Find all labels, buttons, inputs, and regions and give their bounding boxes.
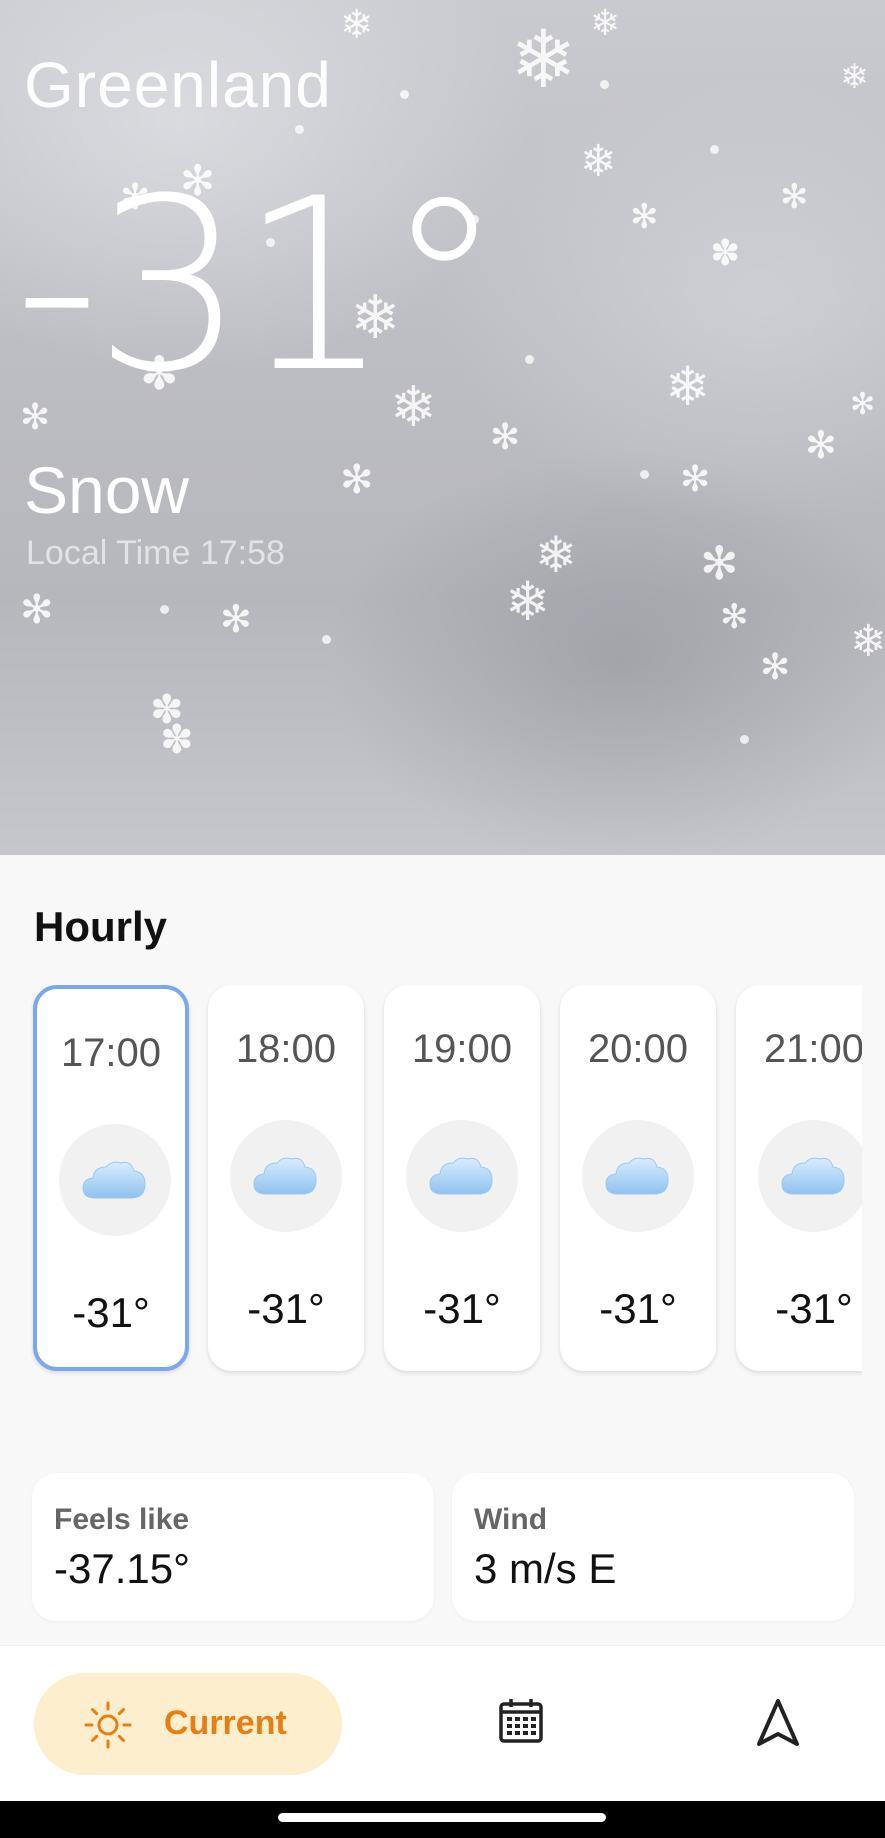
sun-icon	[84, 1701, 132, 1749]
snow-dot	[160, 605, 169, 614]
snowflake-icon: ✻	[20, 587, 54, 633]
snowflake-icon: ❄	[665, 355, 711, 418]
snow-dot	[295, 125, 304, 134]
hour-time: 20:00	[587, 1027, 689, 1071]
hourly-card[interactable]: 19:00 -31°	[384, 985, 540, 1371]
location-name: Greenland	[24, 49, 332, 121]
snowflake-icon: ✽	[160, 717, 194, 763]
snowflake-icon: ✻	[720, 597, 749, 637]
snowflake-icon: ❄	[590, 3, 621, 44]
snowflake-icon: ✻	[630, 197, 659, 237]
wind-label: Wind	[474, 1503, 548, 1536]
weather-icon-container	[59, 1124, 171, 1236]
snowflake-icon: ✻	[340, 457, 374, 503]
snowflake-icon: ✻	[220, 597, 252, 641]
hour-time: 18:00	[235, 1027, 337, 1071]
snow-dot	[600, 80, 609, 89]
snowflake-icon: ✻	[760, 647, 791, 688]
cloud-icon	[82, 1161, 146, 1199]
weather-icon-container	[582, 1120, 694, 1232]
snowflake-icon: ✻	[850, 387, 876, 422]
feels-like-value: -37.15°	[54, 1545, 190, 1592]
snowflake-icon: ✽	[710, 233, 741, 274]
current-temperature: -31°	[14, 148, 504, 425]
current-weather-hero: ❄ ❄ ❄ ❄ ✻ ✽ ✻ ❄ ❄ ❄ ✻ ✻ ✻ ❄ ❄ ✻ ✻ ✻ ❄ ✽ …	[0, 0, 885, 855]
snow-dot	[740, 735, 749, 744]
snowflake-icon: ✻	[700, 536, 739, 590]
home-gesture-bar[interactable]	[278, 1813, 606, 1822]
hour-time: 17:00	[60, 1031, 162, 1075]
weather-condition: Snow	[24, 453, 190, 527]
hour-temperature: -31°	[775, 1285, 853, 1332]
hour-time: 21:00	[763, 1027, 862, 1071]
hour-temperature: -31°	[72, 1289, 150, 1336]
forecast-sheet: Hourly 17:00 -31° 18:00 -31° 19:00 -31° …	[0, 855, 885, 1645]
feels-like-card: Feels like -37.15°	[32, 1473, 434, 1621]
local-time: Local Time 17:58	[26, 534, 285, 572]
snowflake-icon: ❄	[510, 13, 578, 106]
snowflake-icon: ❄	[580, 136, 617, 187]
weather-icon-container	[406, 1120, 518, 1232]
system-gesture-area	[0, 1801, 885, 1838]
hourly-card[interactable]: 20:00 -31°	[560, 985, 716, 1371]
hourly-section-title: Hourly	[34, 903, 168, 950]
snow-dot	[640, 470, 649, 479]
cloud-icon	[781, 1157, 845, 1195]
hour-time: 19:00	[411, 1027, 513, 1071]
snowflake-icon: ❄	[850, 616, 885, 667]
snowflake-icon: ✻	[680, 459, 711, 500]
feels-like-label: Feels like	[54, 1503, 190, 1536]
hourly-card[interactable]: 17:00 -31°	[33, 985, 189, 1371]
nav-current-tab[interactable]: Current	[34, 1673, 342, 1775]
hourly-card[interactable]: 21:00 -31°	[736, 985, 862, 1371]
hourly-forecast-strip[interactable]: 17:00 -31° 18:00 -31° 19:00 -31° 20:00 -…	[30, 985, 862, 1385]
hour-temperature: -31°	[247, 1285, 325, 1332]
snowflake-icon: ❄	[340, 2, 374, 48]
snow-dot	[400, 90, 409, 99]
hour-temperature: -31°	[599, 1285, 677, 1332]
nav-current-label: Current	[164, 1704, 287, 1742]
bottom-navigation: Current	[0, 1645, 885, 1801]
cloud-icon	[253, 1157, 317, 1195]
cloud-icon	[429, 1157, 493, 1195]
snowflake-icon: ✻	[490, 417, 521, 458]
snowflake-icon: ❄	[505, 570, 551, 633]
navigation-arrow-icon[interactable]	[756, 1698, 800, 1748]
calendar-icon[interactable]	[498, 1698, 544, 1744]
wind-value: 3 m/s E	[474, 1545, 617, 1592]
snowflake-icon: ✻	[805, 423, 837, 467]
snowflake-icon: ✻	[780, 177, 809, 217]
hourly-card[interactable]: 18:00 -31°	[208, 985, 364, 1371]
snow-dot	[525, 355, 534, 364]
wind-card: Wind 3 m/s E	[452, 1473, 854, 1621]
snowflake-icon: ❄	[840, 57, 869, 97]
snow-dot	[322, 635, 331, 644]
hour-temperature: -31°	[423, 1285, 501, 1332]
weather-icon-container	[230, 1120, 342, 1232]
weather-icon-container	[758, 1120, 862, 1232]
snow-dot	[710, 145, 719, 154]
cloud-icon	[605, 1157, 669, 1195]
